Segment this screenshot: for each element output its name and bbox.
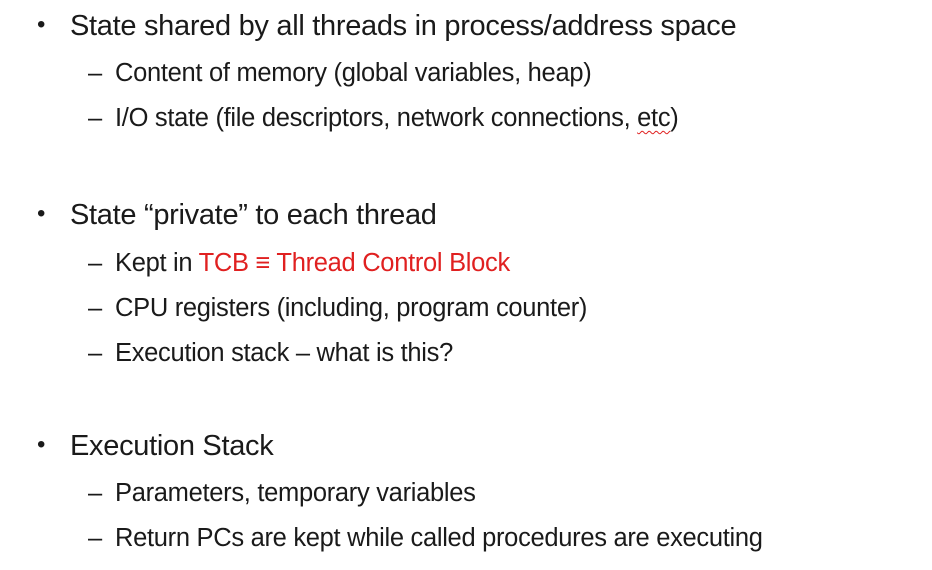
dash-icon: – <box>88 479 102 507</box>
dash-icon: – <box>88 524 102 552</box>
bullet-icon: • <box>37 431 46 458</box>
sub-item-memory: – Content of memory (global variables, he… <box>88 59 592 87</box>
sub-item-text: Execution stack – what is this? <box>115 339 453 367</box>
heading-text: Execution Stack <box>70 430 274 462</box>
slide: { "sections": [ { "heading": "State shar… <box>0 0 932 570</box>
dash-icon: – <box>88 339 102 367</box>
spellcheck-flagged-word: etc <box>637 104 671 132</box>
sub-item-text: Return PCs are kept while called procedu… <box>115 524 763 552</box>
sub-item-cpu-registers: – CPU registers (including, program count… <box>88 294 588 322</box>
sub-item-text: Content of memory (global variables, hea… <box>115 59 592 87</box>
dash-icon: – <box>88 104 102 132</box>
dash-icon: – <box>88 249 102 277</box>
heading-text: State “private” to each thread <box>70 199 437 231</box>
sub-item-tcb: – Kept in TCB ≡ Thread Control Block <box>88 249 511 277</box>
sub-item-text: Parameters, temporary variables <box>115 479 476 507</box>
sub-item-text: CPU registers (including, program counte… <box>115 294 588 322</box>
bullet-icon: • <box>37 11 46 38</box>
sub-item-parameters: – Parameters, temporary variables <box>88 479 476 507</box>
sub-item-return-pcs: – Return PCs are kept while called proced… <box>88 524 763 552</box>
tcb-highlight: TCB ≡ Thread Control Block <box>198 249 511 277</box>
dash-icon: – <box>88 59 102 87</box>
sub-item-io-state: – I/O state (file descriptors, network co… <box>88 104 679 132</box>
bullet-heading-execution-stack: • Execution Stack <box>37 430 274 462</box>
bullet-heading-private-state: • State “private” to each thread <box>37 201 437 230</box>
dash-icon: – <box>88 294 102 322</box>
sub-item-text: I/O state (file descriptors, network con… <box>115 104 638 132</box>
heading-text: State shared by all threads in process/a… <box>70 10 737 42</box>
sub-item-text: Kept in <box>115 249 199 277</box>
bullet-heading-shared-state: • State shared by all threads in process/… <box>37 10 737 42</box>
sub-item-text-end: ) <box>670 104 679 132</box>
bullet-icon: • <box>37 200 46 227</box>
sub-item-execution-stack: – Execution stack – what is this? <box>88 339 453 367</box>
